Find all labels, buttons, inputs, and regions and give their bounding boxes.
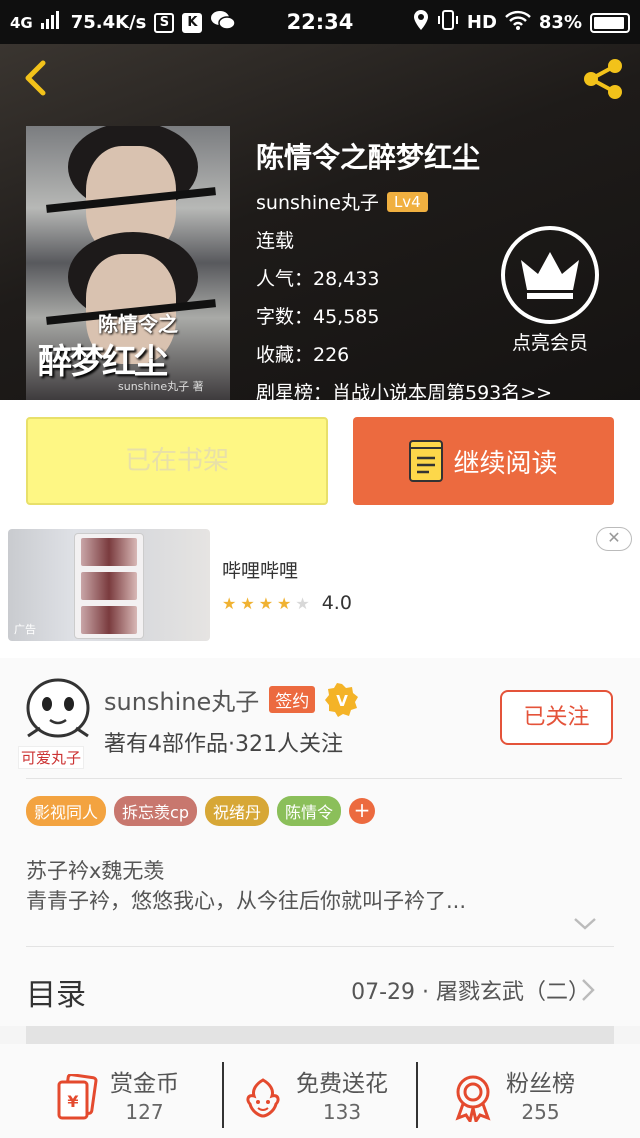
vip-button[interactable]: 点亮会员 <box>500 226 600 355</box>
cover-title: 醉梦红尘 <box>38 342 168 382</box>
divider <box>416 1062 418 1128</box>
continue-reading-button[interactable]: 继续阅读 <box>353 417 614 505</box>
author-name[interactable]: sunshine丸子 <box>104 682 259 717</box>
close-icon: ✕ <box>607 528 621 547</box>
tag-chip[interactable]: 影视同人 <box>26 796 107 826</box>
expand-intro-button[interactable] <box>572 916 598 932</box>
star-icon: ★ <box>222 593 237 613</box>
tag-list: 影视同人 拆忘羡cp 祝绪丹 陈情令 + <box>26 796 376 826</box>
author-name-row: sunshine丸子 签约 V <box>104 682 359 717</box>
svg-text:V: V <box>336 692 348 710</box>
book-rank-link[interactable]: 剧星榜：肖战小说本周第593名>> <box>256 378 552 400</box>
action-bar: 已在书架 继续阅读 <box>0 400 640 520</box>
latest-chapter[interactable]: 07-29 · 屠戮玄武（二） <box>351 974 590 1006</box>
fans-ranking-button[interactable]: 粉丝榜 255 <box>452 1064 575 1125</box>
continue-reading-label: 继续阅读 <box>453 448 558 479</box>
book-author-row: sunshine丸子 Lv4 <box>256 188 552 215</box>
book-author[interactable]: sunshine丸子 <box>256 188 379 215</box>
book-intro: 苏子衿x魏无羡 青青子衿，悠悠我心，从今往后你就叫子衿了... <box>26 856 466 916</box>
flower-count: 133 <box>322 1100 362 1124</box>
send-flower-button[interactable]: 免费送花 133 <box>242 1064 388 1124</box>
star-icon: ★ <box>240 593 255 613</box>
svg-text:¥: ¥ <box>67 1092 78 1111</box>
cover-author: sunshine丸子 著 <box>118 380 204 393</box>
ad-banner[interactable]: 广告 哔哩哔哩 ★ ★ ★ ★ ★ 4.0 ✕ <box>0 520 640 658</box>
intro-line: 青青子衿，悠悠我心，从今往后你就叫子衿了... <box>26 889 467 913</box>
ad-tag: 广告 <box>14 623 36 636</box>
tag-chip[interactable]: 拆忘羡cp <box>114 796 197 826</box>
ad-rating-value: 4.0 <box>321 592 352 614</box>
book-cover[interactable]: 陈情令之 醉梦红尘 sunshine丸子 著 <box>26 126 230 400</box>
signed-badge: 签约 <box>269 686 316 713</box>
hd-indicator: HD <box>466 12 497 33</box>
wifi-icon <box>505 10 531 35</box>
ad-app-name: 哔哩哔哩 <box>222 560 299 582</box>
divider <box>26 778 622 779</box>
following-button[interactable]: 已关注 <box>500 690 613 745</box>
tag-chip[interactable]: 祝绪丹 <box>204 796 269 826</box>
flower-icon <box>242 1074 284 1122</box>
bottom-action-bar: ¥ 赏金币 127 免费送花 133 粉丝榜 255 <box>0 1044 640 1138</box>
chevron-right-icon <box>582 979 595 1001</box>
back-arrow-icon <box>25 60 46 96</box>
star-empty-icon: ★ <box>295 593 310 613</box>
star-icon: ★ <box>258 593 274 613</box>
flower-label: 免费送花 <box>296 1071 388 1097</box>
vibrate-icon <box>437 10 459 35</box>
toc-title[interactable]: 目录 <box>26 970 86 1014</box>
medal-icon <box>452 1074 494 1125</box>
star-icon: ★ <box>277 593 292 613</box>
divider <box>26 946 614 947</box>
location-icon <box>413 10 429 35</box>
red-envelope-icon: ¥ <box>56 1073 98 1122</box>
fans-label: 粉丝榜 <box>506 1071 575 1097</box>
share-button[interactable] <box>580 56 626 102</box>
crown-icon <box>501 226 599 324</box>
share-icon <box>584 59 622 99</box>
avatar-label: 可爱丸子 <box>18 746 85 769</box>
back-button[interactable] <box>18 58 58 98</box>
book-icon <box>409 440 444 482</box>
tag-chip[interactable]: 陈情令 <box>277 796 342 826</box>
detail-section: 可爱丸子 sunshine丸子 签约 V 著有4部作品·321人关注 已关注 影… <box>0 658 640 1026</box>
cover-subtitle: 陈情令之 <box>98 312 178 336</box>
in-shelf-button[interactable]: 已在书架 <box>26 417 328 505</box>
author-stats: 著有4部作品·321人关注 <box>104 732 343 757</box>
ad-phone-graphic <box>74 533 144 639</box>
section-separator <box>26 1026 614 1044</box>
ad-rating: ★ ★ ★ ★ ★ 4.0 <box>222 592 352 614</box>
intro-line: 苏子衿x魏无羡 <box>26 859 165 883</box>
book-header: 陈情令之 醉梦红尘 sunshine丸子 著 陈情令之醉梦红尘 sunshine… <box>0 44 640 400</box>
book-title: 陈情令之醉梦红尘 <box>256 141 481 174</box>
battery-icon <box>590 12 630 33</box>
reward-label: 赏金币 <box>110 1071 179 1097</box>
vip-label: 点亮会员 <box>511 332 588 354</box>
reward-count: 127 <box>125 1100 164 1124</box>
add-tag-button[interactable]: + <box>349 798 376 824</box>
avatar[interactable] <box>22 674 94 746</box>
status-bar: 4G 75.4K/s S K 22:34 HD 83% <box>0 0 640 44</box>
divider <box>222 1062 224 1128</box>
verified-badge-icon: V <box>325 682 359 717</box>
ad-image[interactable]: 广告 <box>8 529 210 641</box>
toc-open-button[interactable] <box>580 976 596 1004</box>
chevron-down-icon <box>574 918 596 930</box>
level-badge: Lv4 <box>386 191 428 212</box>
ad-close-button[interactable]: ✕ <box>596 527 632 551</box>
battery-percent: 83% <box>538 12 582 33</box>
reward-coins-button[interactable]: ¥ 赏金币 127 <box>56 1064 179 1124</box>
fans-count: 255 <box>521 1100 560 1124</box>
